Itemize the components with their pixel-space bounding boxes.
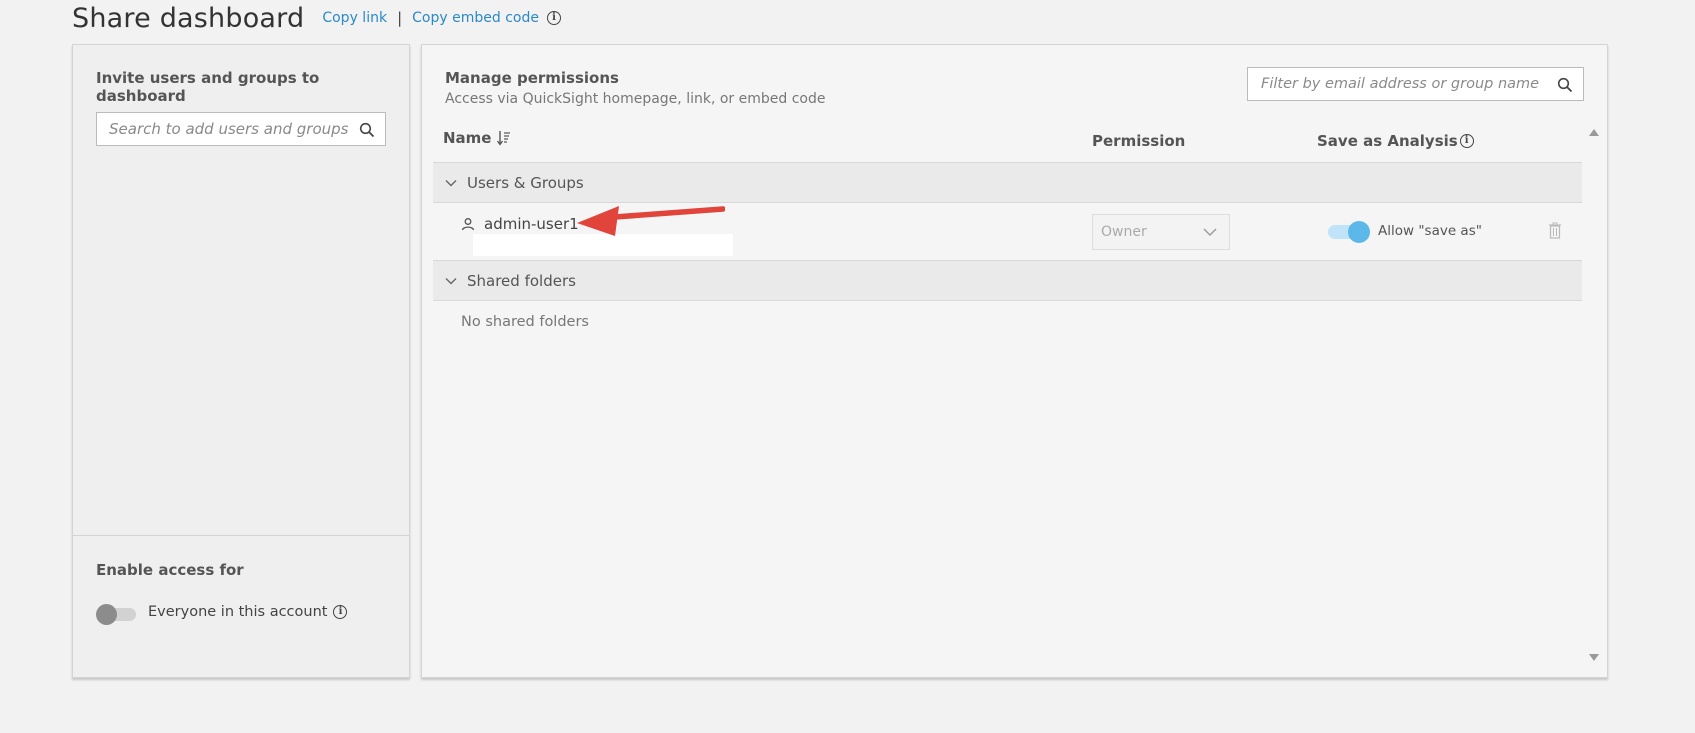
- shared-folders-label: Shared folders: [467, 271, 576, 290]
- manage-permissions-subtitle: Access via QuickSight homepage, link, or…: [445, 91, 826, 107]
- permissions-panel: Manage permissions Access via QuickSight…: [421, 44, 1608, 678]
- filter-box: [1247, 67, 1584, 101]
- scroll-up-arrow-icon[interactable]: [1589, 129, 1599, 136]
- manage-permissions-title: Manage permissions: [445, 69, 619, 87]
- copy-link-button[interactable]: Copy link: [322, 10, 387, 26]
- group-header-folders[interactable]: Shared folders: [433, 260, 1582, 301]
- scrollbar[interactable]: [1582, 117, 1606, 672]
- users-groups-label: Users & Groups: [467, 173, 584, 192]
- copy-embed-code-button[interactable]: Copy embed code: [412, 10, 539, 26]
- column-header-permission: Permission: [1092, 132, 1186, 150]
- user-name-cell: admin-user1: [461, 215, 579, 233]
- user-search-input[interactable]: [109, 120, 349, 138]
- panel-divider: [73, 535, 409, 536]
- toggle-knob: [96, 604, 117, 625]
- chevron-down-icon: [445, 277, 457, 284]
- enable-access-title: Enable access for: [96, 561, 244, 579]
- column-header-name[interactable]: Name: [443, 129, 511, 147]
- user-icon: [461, 218, 475, 231]
- header-separator: |: [397, 9, 403, 27]
- no-folders-text: No shared folders: [461, 314, 589, 330]
- info-icon[interactable]: i: [1459, 134, 1474, 148]
- page-title: Share dashboard: [72, 2, 305, 34]
- search-icon[interactable]: [359, 122, 375, 138]
- invite-title: Invite users and groups to dashboard: [96, 69, 320, 105]
- everyone-toggle[interactable]: [96, 604, 136, 625]
- save-as-toggle[interactable]: [1328, 221, 1370, 243]
- info-icon[interactable]: i: [546, 11, 561, 25]
- invite-panel: Invite users and groups to dashboard Ena…: [72, 44, 410, 678]
- scroll-down-arrow-icon[interactable]: [1589, 654, 1599, 661]
- user-name: admin-user1: [484, 215, 579, 233]
- toggle-knob: [1348, 221, 1370, 243]
- trash-icon[interactable]: [1548, 222, 1562, 239]
- info-icon[interactable]: i: [333, 605, 348, 619]
- column-save-label: Save as Analysis: [1317, 132, 1458, 150]
- chevron-down-icon: [1203, 228, 1217, 236]
- search-icon[interactable]: [1557, 77, 1573, 93]
- column-header-save-as: Save as Analysis i: [1317, 132, 1474, 150]
- permission-value: Owner: [1101, 224, 1147, 240]
- page-header: Share dashboard Copy link | Copy embed c…: [72, 0, 561, 36]
- everyone-label: Everyone in this account: [148, 604, 328, 620]
- group-header-users[interactable]: Users & Groups: [433, 162, 1582, 203]
- filter-input[interactable]: [1261, 76, 1551, 92]
- user-search-box: [96, 112, 386, 146]
- save-as-label: Allow "save as": [1378, 223, 1482, 239]
- chevron-down-icon: [445, 179, 457, 186]
- annotation-arrow-icon: [577, 206, 725, 236]
- column-name-label: Name: [443, 129, 492, 147]
- permission-select[interactable]: Owner: [1092, 214, 1230, 250]
- everyone-label-group: Everyone in this account i: [148, 604, 348, 620]
- sort-icon[interactable]: [497, 130, 511, 146]
